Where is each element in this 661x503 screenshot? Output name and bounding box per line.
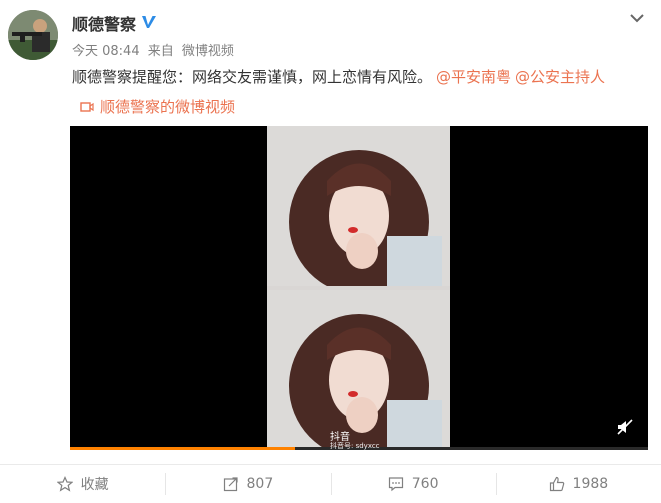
post-time[interactable]: 今天 08:44 — [72, 44, 140, 59]
verified-icon — [142, 16, 156, 28]
video-watermark-id: 抖音号: sdyxcc — [330, 442, 380, 450]
post-source[interactable]: 微博视频 — [182, 44, 234, 59]
avatar[interactable] — [8, 10, 58, 60]
star-icon — [56, 476, 73, 492]
author-name[interactable]: 顺德警察 — [72, 11, 136, 35]
post-meta: 今天 08:44 来自 微博视频 — [72, 40, 238, 59]
source-prefix: 来自 — [147, 44, 174, 59]
video-frame-top — [267, 126, 450, 286]
video-frame — [267, 126, 450, 450]
post-body: 顺德警察提醒您：网络交友需谨慎，网上恋情有风险。 — [72, 68, 433, 86]
video-link[interactable]: 顺德警察的微博视频 — [80, 96, 235, 117]
video-link-label: 顺德警察的微博视频 — [100, 98, 236, 116]
video-link-icon — [80, 101, 94, 112]
favorite-button[interactable]: 收藏 — [0, 465, 165, 503]
mention-link[interactable]: @平安南粤 — [436, 68, 511, 86]
like-count: 1988 — [572, 476, 609, 492]
comment-icon — [388, 477, 403, 492]
video-player[interactable] — [70, 126, 648, 450]
progress-fill — [70, 447, 296, 450]
like-button[interactable]: 1988 — [495, 465, 661, 503]
repost-button[interactable]: 807 — [165, 465, 330, 503]
comment-count: 760 — [411, 476, 439, 492]
share-icon — [223, 477, 238, 492]
mute-icon[interactable] — [616, 418, 634, 436]
chevron-down-icon[interactable] — [629, 12, 645, 24]
action-bar: 收藏 807 760 1988 — [0, 464, 661, 503]
video-frame-bottom — [267, 290, 450, 450]
comment-button[interactable]: 760 — [330, 465, 496, 503]
thumbs-up-icon — [549, 476, 564, 492]
mention-link[interactable]: @公安主持人 — [515, 68, 605, 86]
repost-count: 807 — [246, 476, 274, 492]
favorite-label: 收藏 — [80, 477, 109, 493]
post-text: 顺德警察提醒您：网络交友需谨慎，网上恋情有风险。 @平安南粤 @公安主持人 — [72, 66, 605, 87]
